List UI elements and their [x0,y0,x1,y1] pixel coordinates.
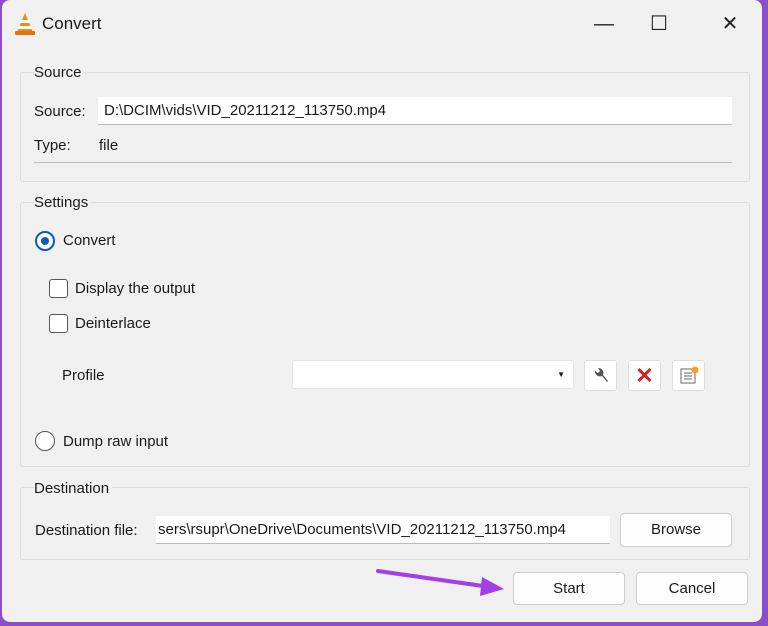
source-label: Source: [34,103,86,120]
destination-file-input[interactable]: sers\rsupr\OneDrive\Documents\VID_202112… [156,516,610,544]
dump-raw-radio[interactable] [35,431,55,451]
source-group [20,72,750,182]
annotation-arrow-icon [376,569,504,596]
minimize-button[interactable]: — [584,10,624,38]
maximize-button[interactable]: ☐ [639,10,679,38]
divider [34,162,732,163]
destination-file-label: Destination file: [35,522,138,539]
settings-group [20,202,750,467]
profile-label: Profile [62,367,105,384]
deinterlace-label: Deinterlace [75,315,151,332]
cancel-button[interactable]: Cancel [636,572,748,605]
destination-group-label: Destination [34,480,113,497]
delete-profile-button[interactable]: ✕ [628,360,661,391]
close-button[interactable]: ✕ [710,10,750,38]
profile-dropdown[interactable]: ▼ [292,360,574,389]
vlc-cone-icon [15,13,35,35]
convert-radio[interactable] [35,231,55,251]
deinterlace-checkbox[interactable] [49,314,68,333]
edit-profile-button[interactable] [584,360,617,391]
chevron-down-icon: ▼ [557,370,565,379]
display-output-checkbox[interactable] [49,279,68,298]
source-group-label: Source [34,64,85,81]
browse-button[interactable]: Browse [620,513,732,547]
source-input[interactable]: D:\DCIM\vids\VID_20211212_113750.mp4 [98,97,732,125]
wrench-icon [594,367,608,382]
type-value: file [99,137,119,154]
dump-raw-label: Dump raw input [63,433,169,450]
convert-dialog: Convert — ☐ ✕ Source Source: D:\DCIM\vid… [2,0,762,622]
start-button[interactable]: Start [513,572,625,605]
settings-group-label: Settings [34,194,92,211]
convert-label: Convert [63,232,116,249]
new-profile-button[interactable] [672,360,705,391]
title-bar: Convert — ☐ ✕ [2,0,762,48]
red-x-icon: ✕ [635,363,654,388]
window-title: Convert [42,14,102,33]
type-label: Type: [34,137,71,154]
display-output-label: Display the output [75,280,196,297]
new-profile-icon [680,366,698,384]
